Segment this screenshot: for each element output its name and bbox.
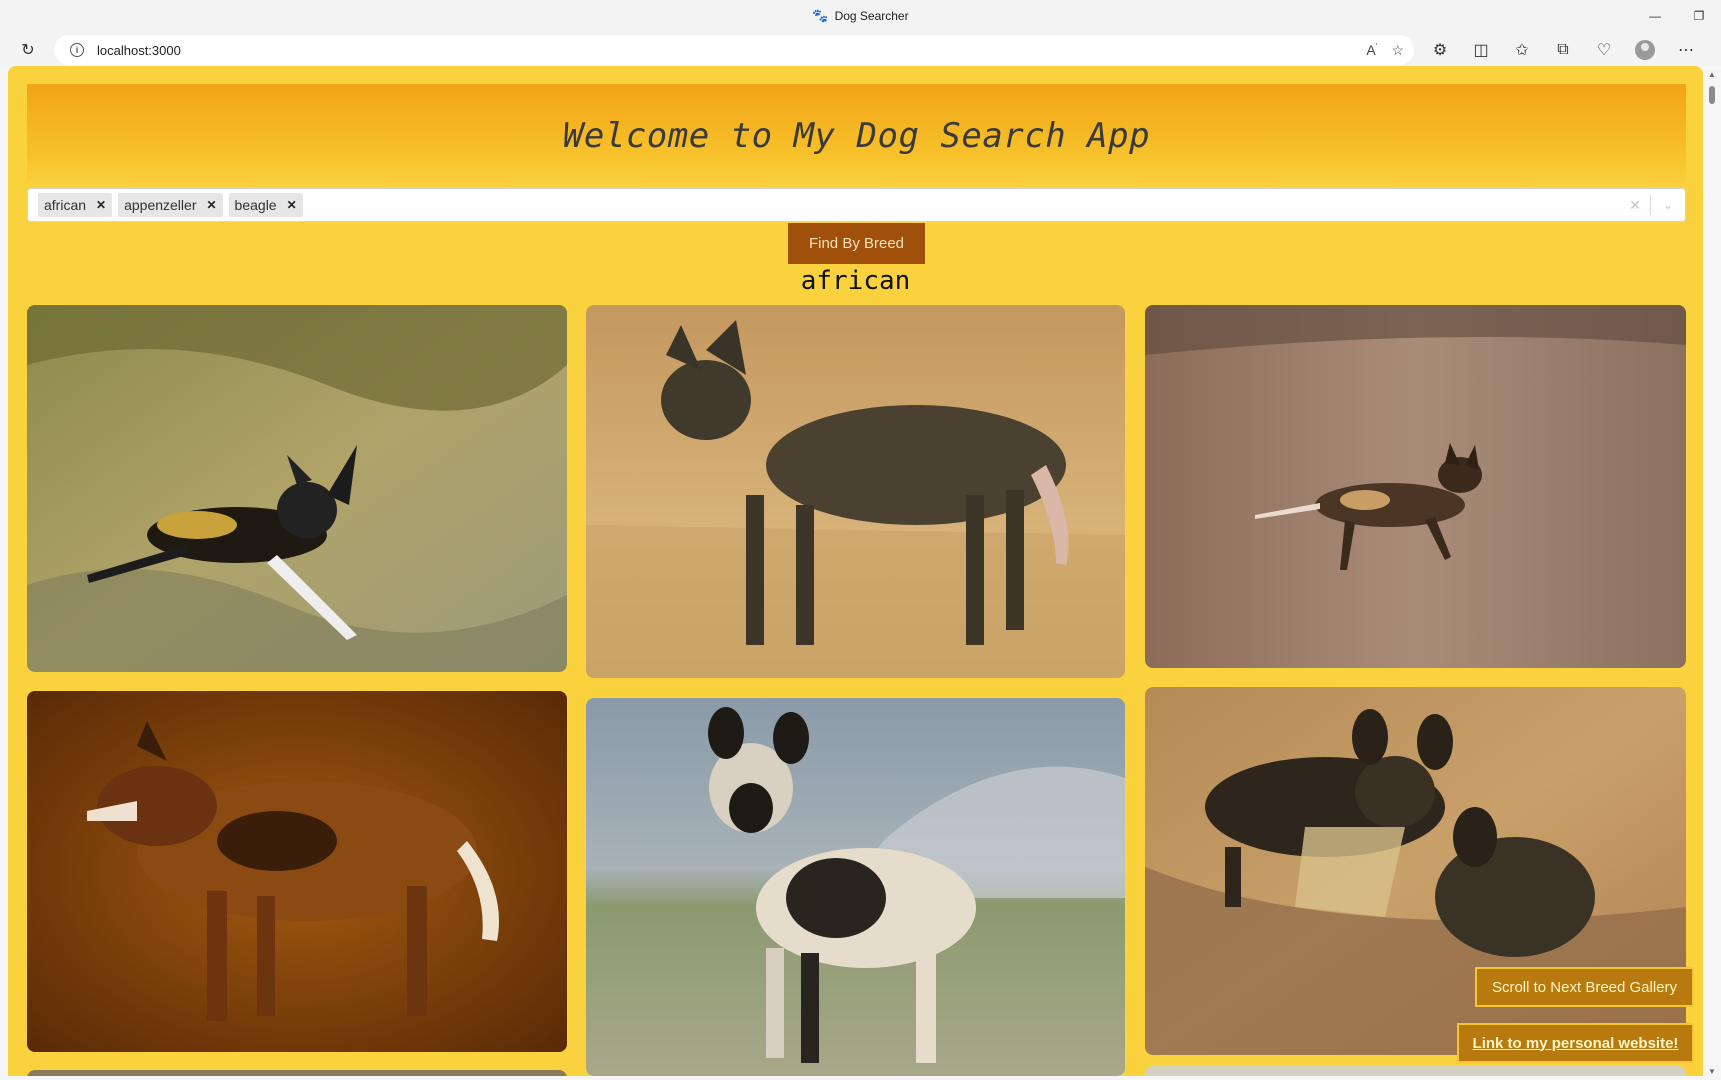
- breed-chip: beagle ✕: [228, 193, 303, 217]
- dog-photo-image: [586, 305, 1125, 678]
- favorite-star-icon[interactable]: ☆: [1391, 42, 1404, 59]
- extensions-icon[interactable]: ⚙: [1424, 34, 1456, 66]
- dog-photo-image: [27, 1070, 567, 1076]
- remove-chip-icon[interactable]: ✕: [92, 198, 112, 212]
- address-bar-icons: Aʼ ☆: [1366, 35, 1404, 65]
- dog-photo-image: [27, 305, 567, 672]
- favorites-icon[interactable]: ✩: [1506, 34, 1538, 66]
- dog-photo: [1145, 1066, 1686, 1076]
- dog-photo: [27, 305, 567, 672]
- read-aloud-icon[interactable]: Aʼ: [1366, 42, 1377, 58]
- window-title: 🐾 Dog Searcher: [812, 8, 908, 24]
- page-heading: Welcome to My Dog Search App: [562, 116, 1151, 156]
- more-options-icon[interactable]: ⋯: [1670, 34, 1702, 66]
- browser-titlebar: 🐾 Dog Searcher ― ❐: [0, 0, 1721, 32]
- toolbar-actions: ⚙ ◫ ✩ ⧉ ♡ ⋯: [1424, 34, 1702, 66]
- scrollbar-thumb[interactable]: [1709, 86, 1715, 104]
- address-bar[interactable]: i localhost:3000 Aʼ ☆: [54, 35, 1414, 65]
- browser-toolbar: ↻ i localhost:3000 Aʼ ☆ ⚙ ◫ ✩ ⧉ ♡ ⋯: [0, 32, 1721, 68]
- hero-banner: Welcome to My Dog Search App: [27, 84, 1686, 188]
- chevron-down-icon[interactable]: ⌄: [1651, 198, 1685, 212]
- personal-website-link[interactable]: Link to my personal website!: [1457, 1023, 1694, 1063]
- browser-essentials-icon[interactable]: ♡: [1588, 34, 1620, 66]
- dog-photo-image: [1145, 1066, 1686, 1076]
- page-viewport: Welcome to My Dog Search App african ✕ a…: [8, 66, 1703, 1076]
- url-text[interactable]: localhost:3000: [97, 43, 181, 58]
- profile-avatar[interactable]: [1635, 40, 1655, 60]
- clear-all-icon[interactable]: ✕: [1620, 197, 1650, 214]
- breed-multi-select[interactable]: african ✕ appenzeller ✕ beagle ✕ ✕ ⌄: [27, 188, 1686, 222]
- breed-chip-label: beagle: [234, 197, 277, 213]
- dog-photo-image: [1145, 305, 1686, 668]
- breed-gallery-title: african: [800, 266, 911, 296]
- page-scrollbar[interactable]: ▲ ▼: [1703, 66, 1721, 1080]
- breed-chip-label: african: [44, 197, 87, 213]
- select-indicators: ✕ ⌄: [1620, 189, 1685, 221]
- split-screen-icon[interactable]: ◫: [1465, 34, 1497, 66]
- breed-chip: appenzeller ✕: [118, 193, 223, 217]
- tab-title: Dog Searcher: [834, 9, 909, 23]
- window-controls: ― ❐: [1633, 0, 1721, 32]
- breed-chip-label: appenzeller: [124, 197, 197, 213]
- breed-chip: african ✕: [38, 193, 113, 217]
- dog-photo: [586, 305, 1125, 678]
- find-by-breed-button[interactable]: Find By Breed: [788, 223, 925, 264]
- dog-photo-image: [586, 698, 1125, 1076]
- dog-photo: [586, 698, 1125, 1076]
- dog-photo: [27, 1070, 567, 1076]
- dog-photo: [1145, 305, 1686, 668]
- site-info-icon[interactable]: i: [70, 43, 84, 57]
- restore-icon[interactable]: ❐: [1677, 0, 1721, 32]
- scroll-down-icon[interactable]: ▼: [1708, 1067, 1716, 1076]
- minimize-icon[interactable]: ―: [1633, 0, 1677, 32]
- scroll-up-icon[interactable]: ▲: [1708, 70, 1716, 79]
- refresh-icon[interactable]: ↻: [12, 34, 44, 66]
- dog-photo: [27, 691, 567, 1052]
- collections-icon[interactable]: ⧉: [1547, 34, 1579, 66]
- remove-chip-icon[interactable]: ✕: [202, 198, 222, 212]
- paw-icon: 🐾: [812, 8, 829, 23]
- dog-photo-image: [27, 691, 567, 1052]
- remove-chip-icon[interactable]: ✕: [283, 198, 303, 212]
- scroll-next-breed-button[interactable]: Scroll to Next Breed Gallery: [1475, 967, 1694, 1007]
